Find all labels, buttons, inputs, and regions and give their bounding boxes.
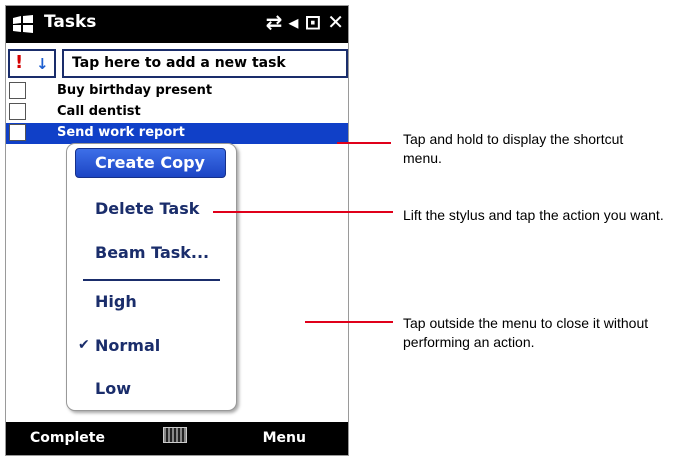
device-screen: Tasks ⇄ ◂ ⊡ ✕ ! ↓ Tap here to add a new … (5, 5, 349, 456)
menu-item-high[interactable]: High (67, 287, 236, 317)
complete-softkey[interactable]: Complete (30, 430, 105, 446)
task-label: Buy birthday present (57, 83, 213, 98)
close-icon[interactable]: ✕ (327, 11, 344, 33)
task-checkbox[interactable] (9, 124, 26, 141)
task-label: Send work report (57, 125, 185, 140)
callout-line (305, 321, 393, 323)
callout-tap-outside: Tap outside the menu to close it without… (403, 315, 649, 350)
callout-lift-stylus: Lift the stylus and tap the action you w… (403, 207, 664, 223)
callout-line (337, 142, 391, 144)
menu-item-label: Beam Task... (95, 243, 210, 262)
connectivity-icon[interactable]: ⇄ (266, 11, 283, 33)
high-priority-icon[interactable]: ! (15, 52, 23, 73)
menu-item-delete-task[interactable]: Delete Task (67, 194, 236, 224)
menu-item-label: Normal (95, 336, 161, 355)
priority-selector[interactable]: ! ↓ (8, 49, 56, 78)
new-task-input[interactable]: Tap here to add a new task (62, 49, 348, 78)
menu-item-create-copy[interactable]: Create Copy (75, 148, 226, 178)
status-icons: ⇄ ◂ ⊡ ✕ (266, 11, 344, 33)
new-task-row: ! ↓ Tap here to add a new task (8, 49, 348, 78)
app-title: Tasks (44, 12, 97, 32)
task-label: Call dentist (57, 104, 141, 119)
volume-icon[interactable]: ◂ (288, 11, 298, 33)
menu-item-normal[interactable]: ✔ Normal (67, 331, 236, 361)
menu-item-label: Create Copy (95, 153, 205, 172)
callout-tap-hold: Tap and hold to display the shortcut men… (403, 131, 624, 166)
task-row-selected[interactable]: Send work report (6, 123, 348, 144)
task-row[interactable]: Buy birthday present (6, 81, 348, 102)
menu-item-label: Low (95, 379, 131, 398)
task-checkbox[interactable] (9, 103, 26, 120)
windows-start-icon[interactable] (12, 15, 34, 33)
task-row[interactable]: Call dentist (6, 102, 348, 123)
menu-item-beam-task[interactable]: Beam Task... (67, 238, 236, 268)
battery-icon[interactable]: ⊡ (304, 11, 321, 33)
task-checkbox[interactable] (9, 82, 26, 99)
low-priority-icon[interactable]: ↓ (36, 55, 49, 73)
title-bar: Tasks ⇄ ◂ ⊡ ✕ (6, 6, 348, 43)
menu-item-label: Delete Task (95, 199, 200, 218)
menu-separator (83, 279, 220, 281)
checkmark-icon: ✔ (78, 337, 90, 353)
menu-softkey[interactable]: Menu (263, 430, 306, 446)
menu-item-low[interactable]: Low (67, 374, 236, 404)
task-list: Buy birthday present Call dentist Send w… (6, 81, 348, 144)
context-menu: Create Copy Delete Task Beam Task... Hig… (66, 143, 237, 411)
softkey-bar: Complete Menu (6, 422, 348, 455)
menu-item-label: High (95, 292, 137, 311)
keyboard-icon[interactable] (163, 427, 187, 443)
callout-line (213, 211, 393, 213)
